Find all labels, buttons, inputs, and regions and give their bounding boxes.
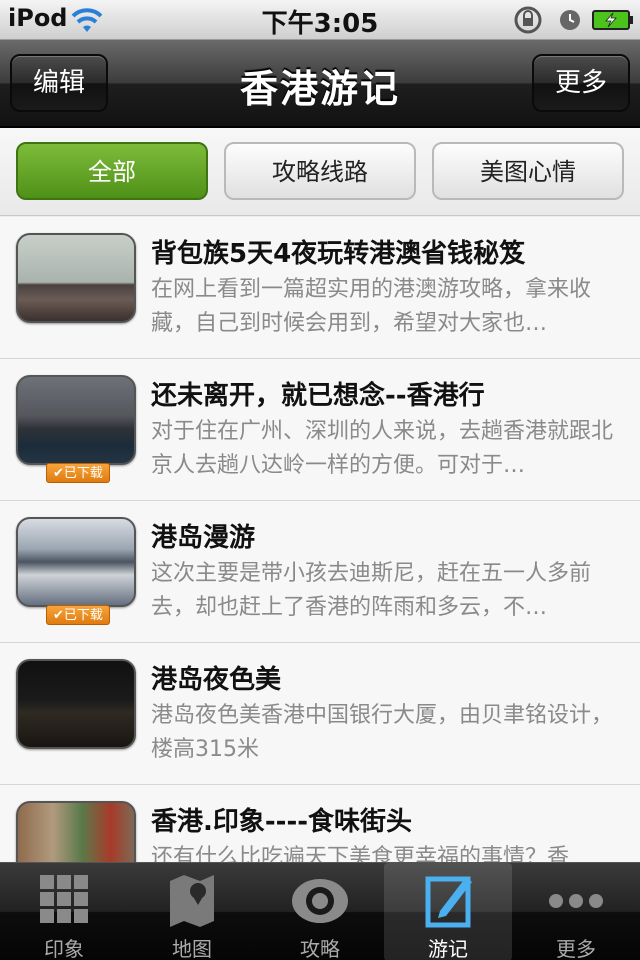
orientation-lock-icon <box>514 6 542 34</box>
eye-icon <box>292 879 348 923</box>
tab-label: 更多 <box>556 937 596 960</box>
filter-all-button[interactable]: 全部 <box>16 142 208 200</box>
battery-icon <box>592 10 633 30</box>
more-button[interactable]: 更多 <box>532 54 630 112</box>
tab-travelogue[interactable]: 游记 <box>384 863 512 960</box>
filter-bar: 全部 攻略线路 美图心情 <box>0 128 640 216</box>
more-dots-icon <box>549 894 603 908</box>
tab-label: 地图 <box>172 937 212 960</box>
item-description: 在网上看到一篇超实用的港澳游攻略，拿来收藏，自己到时候会用到，希望对大家也… <box>151 277 592 336</box>
thumbnail-image <box>16 659 136 749</box>
list-item[interactable]: ✔已下载 港岛漫游 这次主要是带小孩去迪斯尼，赶在五一人多前去，却也赶上了香港的… <box>0 501 640 643</box>
nav-bar: 编辑 香港游记 更多 <box>0 40 640 128</box>
item-description: 这次主要是带小孩去迪斯尼，赶在五一人多前去，却也赶上了香港的阵雨和多云，不… <box>151 561 592 620</box>
item-title: 香港.印象----食味街头 <box>151 807 413 837</box>
alarm-icon <box>560 10 580 30</box>
thumbnail-image <box>16 233 136 323</box>
item-title: 港岛夜色美 <box>151 665 282 695</box>
travelogue-list[interactable]: 背包族5天4夜玩转港澳省钱秘笈 在网上看到一篇超实用的港澳游攻略，拿来收藏，自己… <box>0 217 640 862</box>
thumbnail-image <box>16 375 136 465</box>
grid-icon <box>40 875 88 923</box>
edit-note-icon <box>425 876 472 928</box>
item-description: 还有什么比吃遍天下美食更幸福的事情？香 <box>151 845 570 862</box>
list-item[interactable]: ✔已下载 还未离开，就已想念--香港行 对于住在广州、深圳的人来说，去趟香港就跟… <box>0 359 640 501</box>
list-item[interactable]: 背包族5天4夜玩转港澳省钱秘笈 在网上看到一篇超实用的港澳游攻略，拿来收藏，自己… <box>0 217 640 359</box>
tab-label: 游记 <box>428 937 468 960</box>
item-title: 背包族5天4夜玩转港澳省钱秘笈 <box>151 239 526 269</box>
filter-photos-button[interactable]: 美图心情 <box>432 142 624 200</box>
map-pin-icon <box>170 875 214 927</box>
tab-more[interactable]: 更多 <box>512 863 640 960</box>
item-title: 还未离开，就已想念--香港行 <box>151 381 485 411</box>
tab-map[interactable]: 地图 <box>128 863 256 960</box>
item-description: 对于住在广州、深圳的人来说，去趟香港就跟北京人去趟八达岭一样的方便。可对于… <box>151 419 613 478</box>
tab-bar: 印象 地图 攻略 游记 更多 <box>0 862 640 960</box>
list-item[interactable]: 港岛夜色美 港岛夜色美香港中国银行大厦，由贝聿铭设计，楼高315米 <box>0 643 640 785</box>
status-bar: iPod 下午3:05 <box>0 0 640 40</box>
downloaded-badge: ✔已下载 <box>46 605 110 625</box>
list-item[interactable]: 香港.印象----食味街头 还有什么比吃遍天下美食更幸福的事情？香 <box>0 785 640 862</box>
tab-impression[interactable]: 印象 <box>0 863 128 960</box>
filter-routes-button[interactable]: 攻略线路 <box>224 142 416 200</box>
status-time: 下午3:05 <box>261 9 379 39</box>
thumbnail-image <box>16 517 136 607</box>
downloaded-badge: ✔已下载 <box>46 463 110 483</box>
item-description: 港岛夜色美香港中国银行大厦，由贝聿铭设计，楼高315米 <box>151 703 613 762</box>
tab-guide[interactable]: 攻略 <box>256 863 384 960</box>
item-title: 港岛漫游 <box>151 523 256 553</box>
tab-label: 印象 <box>44 937 84 960</box>
thumbnail-image <box>16 801 136 862</box>
tab-label: 攻略 <box>300 937 340 960</box>
